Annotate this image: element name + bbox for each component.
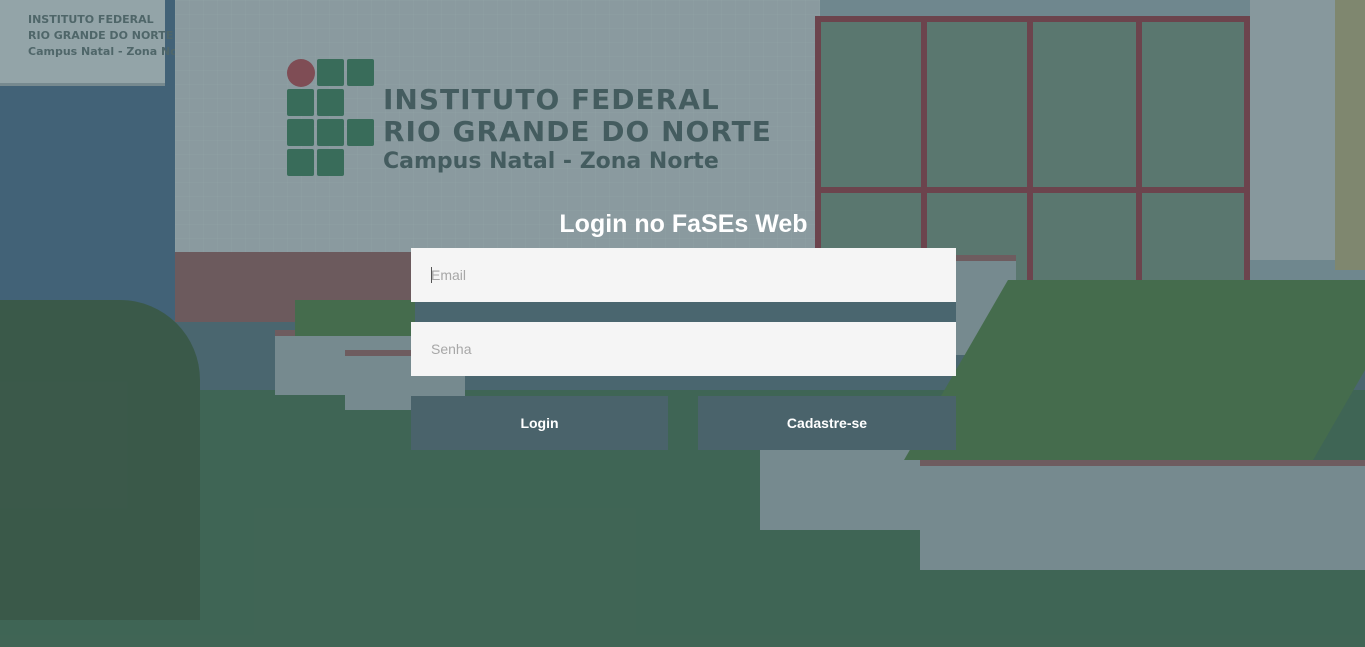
email-input[interactable]	[411, 248, 956, 302]
login-title: Login no FaSEs Web	[559, 210, 808, 238]
signup-button[interactable]: Cadastre-se	[698, 396, 956, 450]
password-input[interactable]	[411, 322, 956, 376]
login-button[interactable]: Login	[411, 396, 668, 450]
text-caret	[431, 267, 432, 283]
